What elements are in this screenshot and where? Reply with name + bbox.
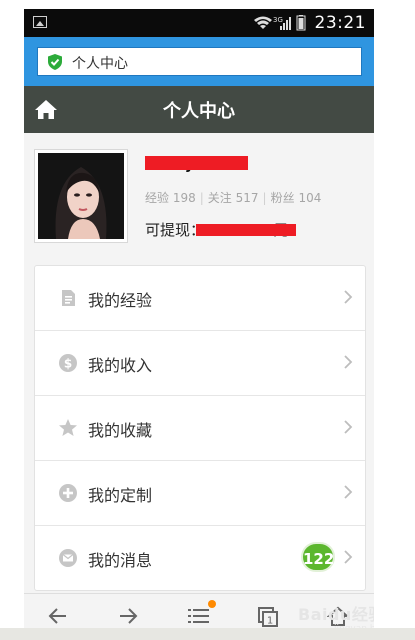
- plus-circle-icon: [59, 484, 77, 502]
- stat-follow-value: 517: [235, 191, 259, 205]
- clock: 23:21: [314, 13, 366, 33]
- shield-check-icon: [48, 54, 62, 70]
- watermark: Baidu经验: [298, 605, 374, 624]
- avatar[interactable]: [34, 149, 128, 243]
- stat-follow-label: 关注: [207, 191, 232, 205]
- menu-item-experience[interactable]: 我的经验: [35, 266, 365, 331]
- coin-icon: $: [59, 354, 77, 372]
- chevron-right-icon: [344, 290, 353, 304]
- back-arrow-icon[interactable]: [48, 606, 68, 626]
- document-icon: [62, 290, 75, 306]
- chevron-right-icon: [344, 420, 353, 434]
- device-bottom-edge: [0, 628, 415, 640]
- forward-arrow-icon[interactable]: [118, 606, 138, 626]
- menu-item-favorites[interactable]: 我的收藏: [35, 396, 365, 461]
- menu-item-label: 我的消息: [88, 551, 153, 570]
- stats-row: 经验 198 | 关注 517 | 粉丝 104: [145, 191, 322, 205]
- unread-count-badge: 122: [301, 542, 335, 572]
- stat-exp-value: 198: [172, 191, 196, 205]
- page-title: 个人中心: [163, 101, 235, 122]
- stat-fans-value: 104: [298, 191, 322, 205]
- menu-item-messages[interactable]: 我的消息 122: [35, 526, 365, 590]
- page-header: 个人中心: [24, 86, 374, 133]
- menu-item-label: 我的经验: [88, 291, 153, 310]
- address-field[interactable]: 个人中心: [37, 47, 362, 76]
- avatar-photo: [38, 153, 124, 239]
- stat-fans-label: 粉丝: [270, 191, 295, 205]
- username-redaction: [145, 156, 248, 170]
- menu-list: 我的经验 $ 我的收入 我的收藏 我的定制 我的消息 122: [34, 265, 366, 591]
- notification-dot: [208, 600, 216, 608]
- menu-list-icon[interactable]: [188, 606, 210, 626]
- tabs-icon[interactable]: 1: [257, 606, 279, 628]
- phone-screen: 3G 23:21 个人中心 个人中心 经验 198 | 关注 517 | 粉丝 …: [24, 9, 374, 640]
- portrait-image: [38, 153, 124, 239]
- profile-card: 4989jHH2 经验 198|关注 517|粉丝 104 可提现：100.88…: [24, 133, 374, 259]
- menu-item-income[interactable]: $ 我的收入: [35, 331, 365, 396]
- menu-item-label: 我的收入: [88, 356, 153, 375]
- menu-item-label: 我的收藏: [88, 421, 153, 440]
- envelope-icon: [59, 549, 77, 567]
- menu-item-custom[interactable]: 我的定制: [35, 461, 365, 526]
- balance-redaction: [196, 224, 296, 236]
- svg-text:3G: 3G: [273, 16, 283, 24]
- browser-address-bar: 个人中心: [24, 37, 374, 86]
- chevron-right-icon: [344, 485, 353, 499]
- address-text: 个人中心: [72, 56, 128, 72]
- menu-item-label: 我的定制: [88, 486, 153, 505]
- image-notification-icon: [33, 16, 47, 28]
- status-bar: 3G 23:21: [24, 9, 374, 37]
- svg-text:$: $: [64, 357, 72, 371]
- chevron-right-icon: [344, 355, 353, 369]
- star-icon: [59, 419, 77, 436]
- chevron-right-icon: [344, 550, 353, 564]
- stat-exp-label: 经验: [145, 191, 170, 205]
- svg-text:1: 1: [267, 616, 273, 627]
